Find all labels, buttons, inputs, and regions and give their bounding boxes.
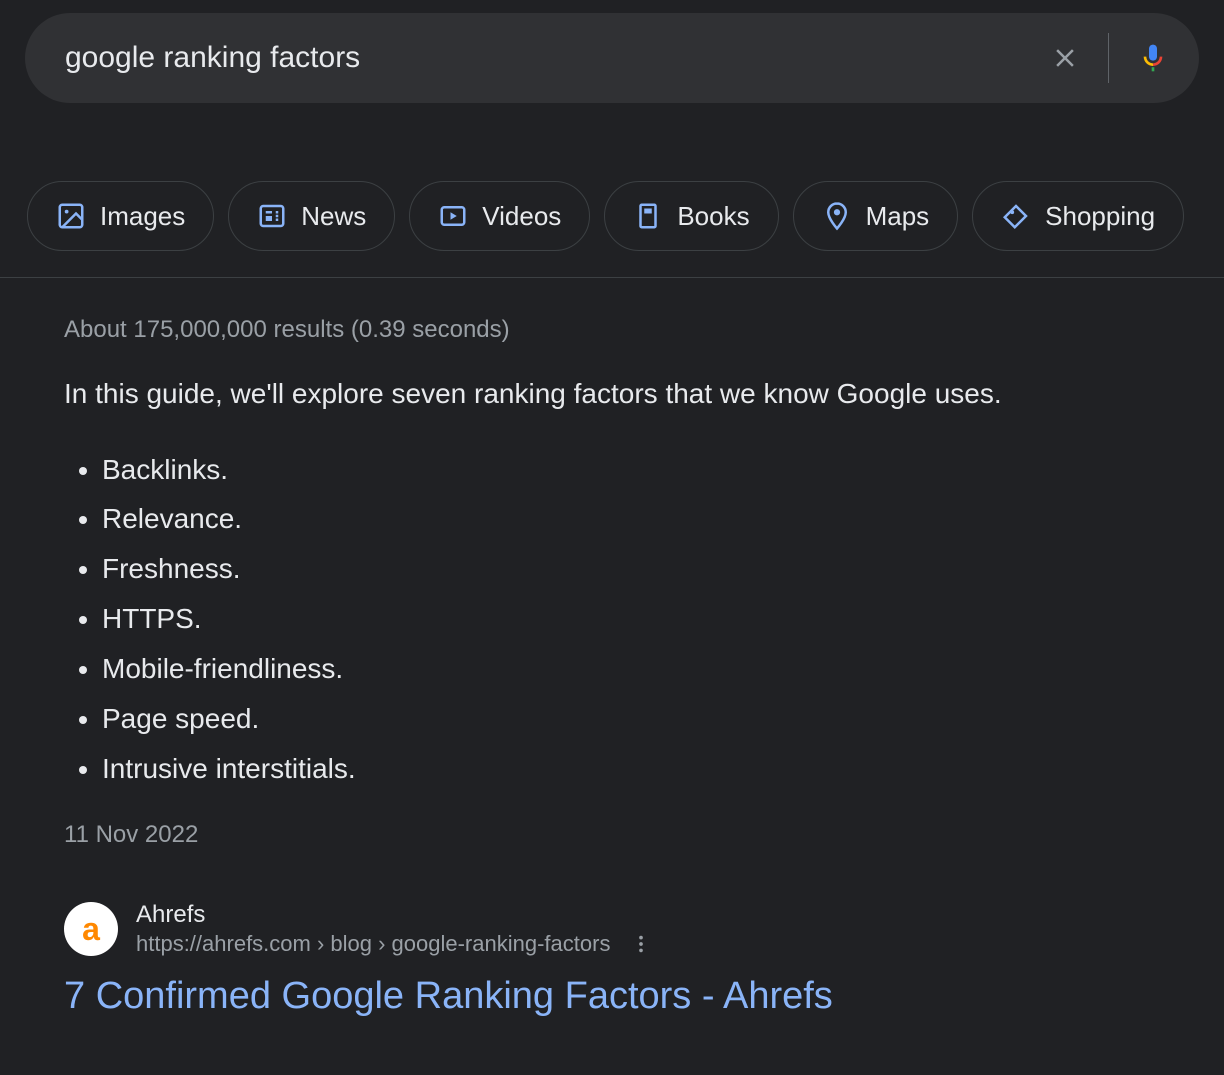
list-item: Mobile-friendliness.: [102, 644, 1164, 694]
tab-books[interactable]: Books: [604, 181, 778, 251]
images-icon: [56, 201, 86, 231]
search-tabs: Images News Videos: [0, 181, 1224, 278]
tab-maps[interactable]: Maps: [793, 181, 959, 251]
divider: [1108, 33, 1109, 83]
mic-icon[interactable]: [1137, 42, 1169, 74]
tab-label: News: [301, 201, 366, 232]
result-stats: About 175,000,000 results (0.39 seconds): [64, 316, 1164, 344]
videos-icon: [438, 201, 468, 231]
list-item: Freshness.: [102, 544, 1164, 594]
site-favicon: a: [64, 902, 118, 956]
list-item: HTTPS.: [102, 594, 1164, 644]
list-item: Backlinks.: [102, 445, 1164, 495]
tab-videos[interactable]: Videos: [409, 181, 590, 251]
tab-shopping[interactable]: Shopping: [972, 181, 1184, 251]
list-item: Page speed.: [102, 694, 1164, 744]
maps-icon: [822, 201, 852, 231]
site-url[interactable]: https://ahrefs.com › blog › google-ranki…: [136, 931, 610, 957]
tab-label: Images: [100, 201, 185, 232]
search-actions: [1050, 33, 1169, 83]
search-result: a Ahrefs https://ahrefs.com › blog › goo…: [64, 901, 1164, 1018]
list-item: Intrusive interstitials.: [102, 744, 1164, 794]
featured-snippet-date: 11 Nov 2022: [64, 821, 1164, 849]
list-item: Relevance.: [102, 494, 1164, 544]
results-area: About 175,000,000 results (0.39 seconds)…: [0, 278, 1224, 1018]
tab-label: Shopping: [1045, 201, 1155, 232]
books-icon: [633, 201, 663, 231]
result-title[interactable]: 7 Confirmed Google Ranking Factors - Ahr…: [64, 975, 1164, 1018]
search-bar: [25, 13, 1199, 103]
tab-images[interactable]: Images: [27, 181, 214, 251]
site-url-row: https://ahrefs.com › blog › google-ranki…: [136, 931, 652, 957]
tab-news[interactable]: News: [228, 181, 395, 251]
tab-label: Books: [677, 201, 749, 232]
site-name[interactable]: Ahrefs: [136, 901, 652, 929]
site-info: Ahrefs https://ahrefs.com › blog › googl…: [136, 901, 652, 957]
shopping-icon: [1001, 201, 1031, 231]
result-header: a Ahrefs https://ahrefs.com › blog › goo…: [64, 901, 1164, 957]
search-input[interactable]: [65, 41, 1050, 75]
tab-label: Videos: [482, 201, 561, 232]
clear-icon[interactable]: [1050, 43, 1080, 73]
featured-snippet-intro: In this guide, we'll explore seven ranki…: [64, 374, 1164, 415]
news-icon: [257, 201, 287, 231]
more-options-icon[interactable]: [630, 933, 652, 955]
tab-label: Maps: [866, 201, 930, 232]
featured-snippet-list: Backlinks. Relevance. Freshness. HTTPS. …: [64, 445, 1164, 794]
